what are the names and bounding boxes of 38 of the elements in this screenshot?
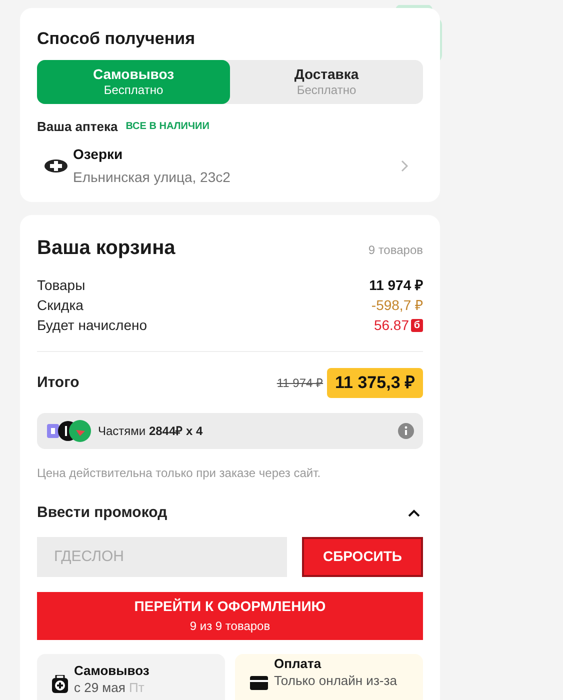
checkout-button[interactable]: ПЕРЕЙТИ К ОФОРМЛЕНИЮ 9 из 9 товаров — [37, 592, 423, 640]
wallet-icon — [250, 676, 268, 690]
cart-title: Ваша корзина — [37, 236, 176, 261]
price-note: Цена действительна только при заказе через сайт. — [37, 465, 322, 482]
promo-code-field[interactable]: ГДЕСЛОН — [37, 536, 287, 576]
info-card-title: Самовывоз — [74, 662, 150, 678]
chevron-up-icon[interactable] — [408, 509, 420, 518]
info-icon[interactable] — [398, 423, 414, 439]
promo-title: Ввести промокод — [37, 503, 168, 523]
info-card-title: Оплата — [274, 656, 322, 672]
chevron-right-icon — [401, 160, 409, 172]
pharmacy-row[interactable]: Озерки Ельнинская улица, 23с2 — [37, 144, 423, 188]
payment-logos-icon — [46, 419, 92, 443]
summary-label: Скидка — [37, 296, 84, 315]
installments-banner[interactable]: Частями 2844₽ x 4 — [37, 413, 423, 449]
item-count: 9 товаров — [368, 242, 423, 259]
summary-value: 56.87 — [374, 316, 409, 335]
info-card-text: с 29 мая — [74, 680, 126, 694]
bonus-badge: б — [411, 319, 423, 332]
reset-button[interactable]: СБРОСИТЬ — [302, 536, 423, 576]
summary-label: Товары — [37, 276, 86, 295]
section-title: Способ получения — [37, 28, 196, 50]
pharmacy-name: Озерки — [73, 145, 124, 164]
pharmacy-logo-icon — [44, 159, 68, 173]
old-total: 11 974 ₽ — [276, 375, 324, 392]
summary-value: -598,7 ₽ — [371, 296, 423, 315]
availability-label: ВСЕ В НАЛИЧИИ — [126, 120, 210, 134]
pharmacy-label: Ваша аптека — [37, 118, 118, 136]
installments-text: Частями 2844₽ x 4 — [98, 423, 204, 440]
info-card-text: Только онлайн из-за — [274, 672, 397, 688]
total-price: 11 375,3 ₽ — [327, 368, 423, 398]
pharmacy-address: Ельнинская улица, 23с2 — [73, 168, 232, 187]
summary-label: Будет начислено — [37, 316, 148, 335]
weekday-label: Пт — [129, 680, 144, 694]
delivery-tab[interactable]: Доставка Бесплатно — [230, 60, 423, 104]
summary-value: 11 974 ₽ — [369, 276, 423, 295]
first-aid-bag-icon — [52, 674, 68, 692]
total-label: Итого — [37, 372, 80, 393]
